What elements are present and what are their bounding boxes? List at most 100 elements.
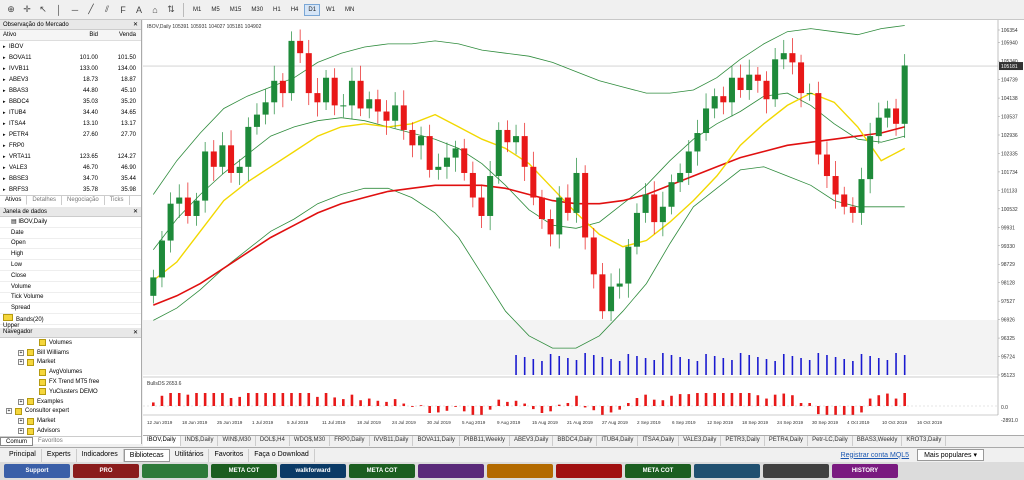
bottom-tab[interactable]: Principal: [4, 448, 42, 462]
column-header-bid[interactable]: Bid: [67, 32, 101, 38]
navigator-item[interactable]: + Advisors: [0, 426, 141, 436]
market-watch-row[interactable]: ▸ VRTA11 123.65 124.27: [0, 151, 141, 162]
market-product-thumbnail[interactable]: [418, 464, 484, 478]
arrows-icon[interactable]: ⇅: [164, 3, 178, 17]
navigator-item[interactable]: + Examples: [0, 397, 141, 407]
bottom-tab[interactable]: Experts: [42, 448, 77, 462]
expand-icon[interactable]: +: [18, 428, 24, 435]
text-icon[interactable]: A: [132, 3, 146, 17]
market-product-thumbnail[interactable]: PRO: [73, 464, 139, 478]
market-watch-row[interactable]: ▸ BBDC4 35.03 35.20: [0, 96, 141, 107]
close-icon[interactable]: ✕: [133, 208, 138, 215]
bottom-tab[interactable]: Favoritos: [209, 448, 250, 462]
close-icon[interactable]: ✕: [133, 21, 138, 28]
register-account-link[interactable]: Registrar conta MQL5: [841, 452, 917, 459]
timeframe-m15-button[interactable]: M15: [226, 4, 246, 16]
market-watch-row[interactable]: ▸ BRFS3 35.78 35.98: [0, 184, 141, 195]
chart-tab[interactable]: BBAS3,Weekly: [853, 436, 903, 446]
expand-icon[interactable]: +: [18, 349, 24, 356]
popular-select[interactable]: Mais populares ▾: [917, 449, 984, 461]
chart-tab[interactable]: IVVB11,Daily: [370, 436, 414, 446]
chart-tab[interactable]: FRP0,Daily: [330, 436, 370, 446]
market-product-thumbnail[interactable]: [556, 464, 622, 478]
timeframe-m5-button[interactable]: M5: [207, 4, 223, 16]
market-watch-tab-detalhes[interactable]: Detalhes: [27, 196, 63, 205]
chart-tab[interactable]: VALE3,Daily: [679, 436, 722, 446]
market-watch-row[interactable]: ▸ ABEV3 18.73 18.87: [0, 74, 141, 85]
timeframe-h1-button[interactable]: H1: [269, 4, 285, 16]
price-chart[interactable]: IBOV,Daily 105391 105931 104027 105181 1…: [143, 20, 1024, 435]
cursor-icon[interactable]: ↖: [36, 3, 50, 17]
market-watch-row[interactable]: ▸ BBSE3 34.70 35.44: [0, 173, 141, 184]
navigator-tab-favoritos[interactable]: Favoritos: [33, 437, 68, 446]
trendline-icon[interactable]: ╱: [84, 3, 98, 17]
chart-tab[interactable]: PIBB11,Weekly: [460, 436, 511, 446]
chart-tab[interactable]: PETR4,Daily: [765, 436, 809, 446]
chart-tab[interactable]: ABEV3,Daily: [510, 436, 554, 446]
chart-tab[interactable]: KROT3,Daily: [902, 436, 947, 446]
column-header-ask[interactable]: Venda: [101, 32, 139, 38]
market-product-thumbnail[interactable]: [763, 464, 829, 478]
market-watch-row[interactable]: ▸ IVVB11 133.00 134.00: [0, 63, 141, 74]
crosshair-icon[interactable]: ✛: [20, 3, 34, 17]
navigator-item[interactable]: + Consultor expert: [0, 407, 141, 417]
market-product-thumbnail[interactable]: META COT: [625, 464, 691, 478]
navigator-item[interactable]: YuClusters DEMO: [0, 387, 141, 397]
market-product-thumbnail[interactable]: [694, 464, 760, 478]
navigator-item[interactable]: AvgVolumes: [0, 367, 141, 377]
expand-icon[interactable]: +: [18, 418, 24, 425]
bottom-tab[interactable]: Bibliotecas: [123, 448, 170, 462]
chart-tab[interactable]: BOVA11,Daily: [413, 436, 460, 446]
market-product-thumbnail[interactable]: HISTORY: [832, 464, 898, 478]
chart-tab[interactable]: PETR3,Daily: [721, 436, 765, 446]
timeframe-h4-button[interactable]: H4: [287, 4, 303, 16]
chart-tab[interactable]: ITUB4,Daily: [597, 436, 639, 446]
navigator-item[interactable]: + Market: [0, 416, 141, 426]
close-icon[interactable]: ✕: [133, 329, 138, 336]
timeframe-m30-button[interactable]: M30: [247, 4, 267, 16]
navigator-tab-comum[interactable]: Comum: [0, 436, 34, 446]
market-product-thumbnail[interactable]: [487, 464, 553, 478]
market-watch-row[interactable]: ▸ BOVA11 101.00 101.50: [0, 52, 141, 63]
chart-tab[interactable]: DOL$,H4: [256, 436, 290, 446]
expand-icon[interactable]: +: [6, 408, 12, 415]
market-watch-row[interactable]: ▸ ITUB4 34.40 34.65: [0, 107, 141, 118]
fibonacci-icon[interactable]: F: [116, 3, 130, 17]
market-watch-row[interactable]: ▸ PETR4 27.60 27.70: [0, 129, 141, 140]
new-order-icon[interactable]: ⊕: [4, 3, 18, 17]
market-product-thumbnail[interactable]: META COT: [349, 464, 415, 478]
market-product-thumbnail[interactable]: walkforward: [280, 464, 346, 478]
bottom-tab[interactable]: Faça o Download: [249, 448, 315, 462]
chart-tab[interactable]: WIN$,M30: [218, 436, 256, 446]
market-watch-tab-ativos[interactable]: Ativos: [0, 196, 28, 205]
market-watch-tab-negociação[interactable]: Negociação: [62, 196, 105, 205]
timeframe-d1-button[interactable]: D1: [304, 3, 321, 16]
chart-tab[interactable]: BBDC4,Daily: [553, 436, 598, 446]
column-header-symbol[interactable]: Ativo: [3, 32, 67, 38]
chart-tab[interactable]: ITSA4,Daily: [638, 436, 680, 446]
market-watch-tab-ticks[interactable]: Ticks: [105, 196, 130, 205]
vertical-line-icon[interactable]: │: [52, 3, 66, 17]
bottom-tab[interactable]: Utilitários: [170, 448, 210, 462]
chart-tab[interactable]: IND$,Daily: [181, 436, 219, 446]
market-product-thumbnail[interactable]: Support: [4, 464, 70, 478]
market-watch-row[interactable]: ▸ IBOV: [0, 41, 141, 52]
expand-icon[interactable]: +: [18, 359, 24, 366]
channel-icon[interactable]: ⫽: [100, 3, 114, 17]
navigator-item[interactable]: Volumes: [0, 338, 141, 348]
expand-icon[interactable]: +: [18, 398, 24, 405]
navigator-item[interactable]: + Bill Williams: [0, 348, 141, 358]
bottom-tab[interactable]: Indicadores: [77, 448, 124, 462]
chart-tab[interactable]: IBOV,Daily: [143, 436, 181, 446]
navigator-item[interactable]: FX Trend MT5 free: [0, 377, 141, 387]
market-watch-row[interactable]: ▸ FRP0: [0, 140, 141, 151]
chart-tab[interactable]: Petr-LC,Daily: [808, 436, 853, 446]
timeframe-mn-button[interactable]: MN: [341, 4, 358, 16]
market-product-thumbnail[interactable]: [142, 464, 208, 478]
market-watch-row[interactable]: ▸ VALE3 46.70 46.90: [0, 162, 141, 173]
timeframe-w1-button[interactable]: W1: [322, 4, 339, 16]
timeframe-m1-button[interactable]: M1: [189, 4, 205, 16]
chart-tab[interactable]: WDO$,M30: [290, 436, 331, 446]
navigator-item[interactable]: + Market: [0, 358, 141, 368]
label-icon[interactable]: ⌂: [148, 3, 162, 17]
